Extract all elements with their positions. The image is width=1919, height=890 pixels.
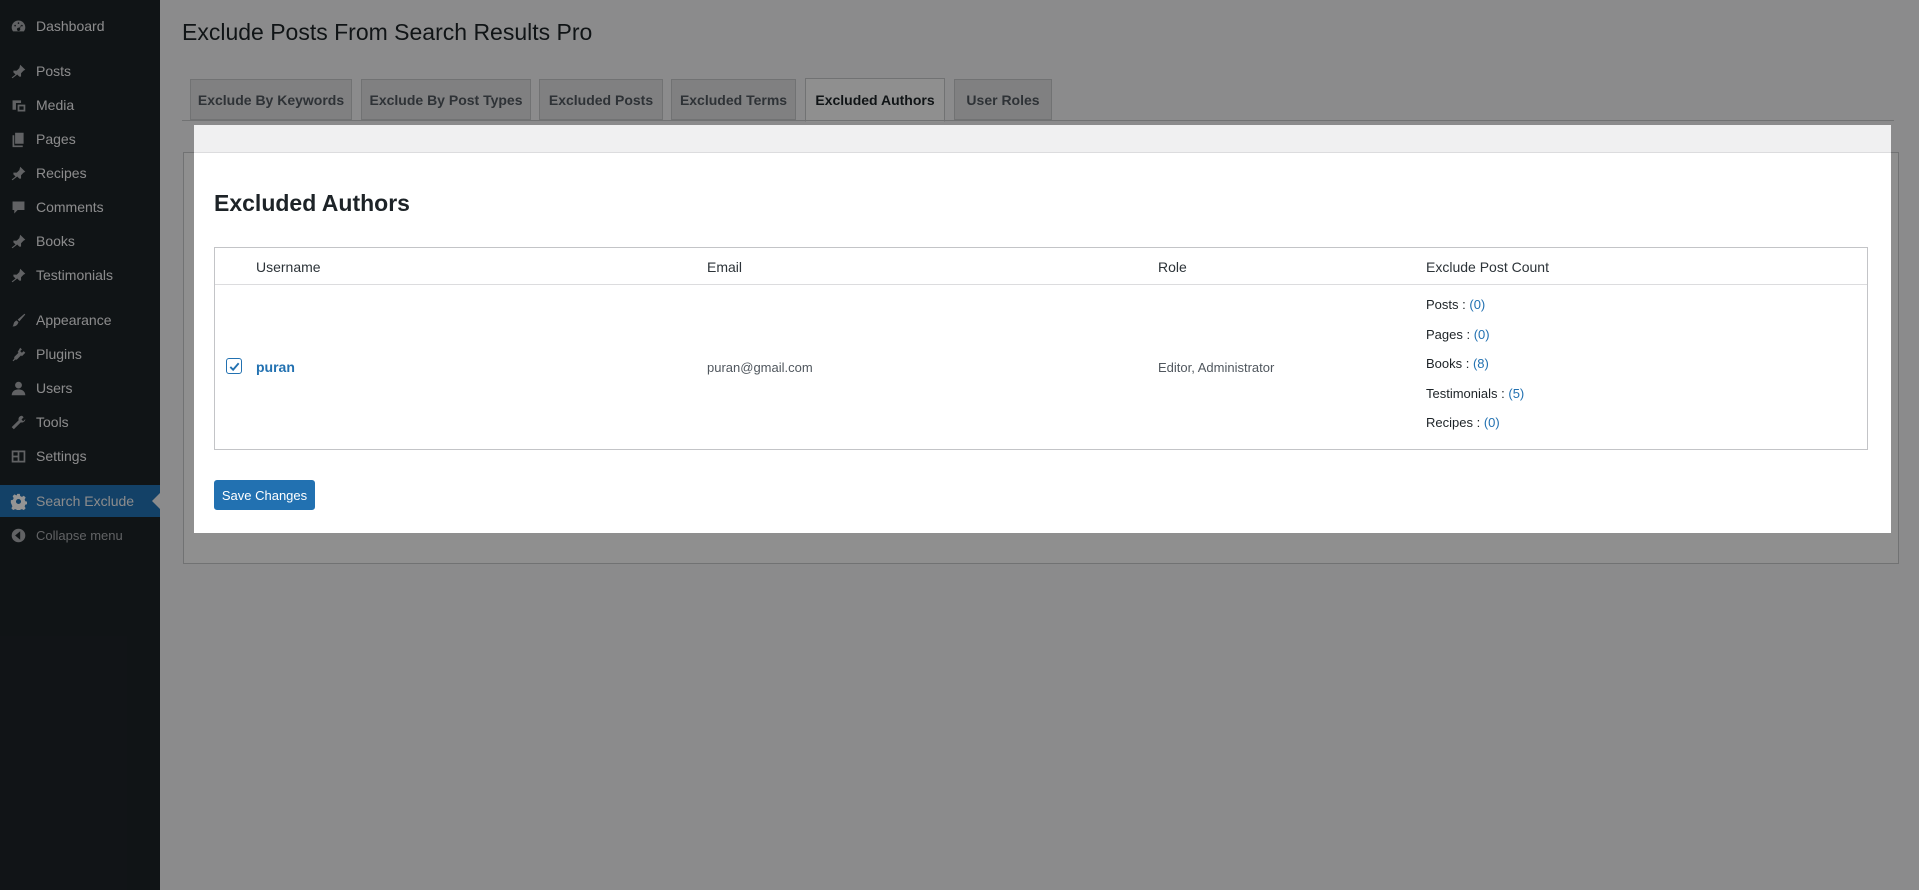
checkmark-icon	[229, 362, 239, 371]
sidebar-item-label: Media	[36, 97, 75, 113]
sidebar-item-label: Pages	[36, 131, 76, 147]
settings-icon	[8, 446, 28, 466]
sidebar-item-users[interactable]: Users	[0, 372, 160, 404]
sidebar-item-label: Users	[36, 380, 73, 396]
sidebar-item-label: Books	[36, 233, 75, 249]
table-row: puran puran@gmail.com Editor, Administra…	[215, 285, 1867, 449]
sidebar-item-comments[interactable]: Comments	[0, 191, 160, 223]
count-label: Posts :	[1426, 297, 1470, 312]
count-label: Testimonials :	[1426, 385, 1509, 401]
count-books: Books : (8)	[1426, 356, 1524, 386]
exclude-post-counts: Posts : (0) Pages : (0) Books : (8) Test…	[1426, 297, 1524, 445]
pages-icon	[8, 129, 28, 149]
admin-sidebar: Dashboard Posts Media Pages Recipes Comm…	[0, 0, 160, 890]
count-testimonials: Testimonials : (5)	[1426, 386, 1524, 416]
count-label: Recipes :	[1426, 415, 1484, 430]
count-testimonials-link[interactable]: (5)	[1508, 386, 1524, 401]
wrench-icon	[8, 412, 28, 432]
tabs-divider	[182, 120, 1894, 121]
comment-icon	[8, 197, 28, 217]
sidebar-item-posts[interactable]: Posts	[0, 55, 160, 87]
sidebar-item-recipes[interactable]: Recipes	[0, 157, 160, 189]
page-title: Exclude Posts From Search Results Pro	[182, 19, 593, 45]
author-role: Editor, Administrator	[1158, 360, 1275, 375]
sidebar-item-settings[interactable]: Settings	[0, 440, 160, 472]
column-header-email: Email	[707, 259, 743, 275]
count-recipes: Recipes : (0)	[1426, 415, 1524, 445]
sidebar-item-tools[interactable]: Tools	[0, 406, 160, 438]
author-username-link[interactable]: puran	[256, 359, 295, 375]
count-pages: Pages : (0)	[1426, 327, 1524, 357]
count-posts-link[interactable]: (0)	[1469, 297, 1485, 312]
gear-icon	[8, 491, 28, 511]
tab-exclude-by-keywords[interactable]: Exclude By Keywords	[190, 79, 352, 120]
excluded-authors-table: Username Email Role Exclude Post Count p…	[214, 247, 1868, 450]
sidebar-item-label: Plugins	[36, 346, 82, 362]
tab-excluded-posts[interactable]: Excluded Posts	[539, 79, 663, 120]
pin-icon	[8, 231, 28, 251]
sidebar-item-label: Tools	[36, 414, 69, 430]
section-title: Excluded Authors	[214, 190, 410, 216]
count-recipes-link[interactable]: (0)	[1484, 415, 1500, 430]
count-label: Books :	[1426, 356, 1473, 371]
author-checkbox[interactable]	[226, 358, 242, 374]
author-email: puran@gmail.com	[707, 360, 813, 375]
excluded-authors-card: Excluded Authors Username Email Role Exc…	[194, 125, 1891, 533]
sidebar-item-label: Collapse menu	[36, 527, 123, 543]
card-header-strip	[194, 125, 1891, 153]
sidebar-item-search-exclude[interactable]: Search Exclude	[0, 485, 160, 517]
tab-exclude-by-post-types[interactable]: Exclude By Post Types	[361, 79, 531, 120]
pin-icon	[8, 61, 28, 81]
count-pages-link[interactable]: (0)	[1474, 327, 1490, 342]
tab-excluded-authors[interactable]: Excluded Authors	[805, 78, 945, 122]
column-header-username: Username	[256, 259, 321, 275]
sidebar-item-dashboard[interactable]: Dashboard	[0, 10, 160, 42]
pin-icon	[8, 163, 28, 183]
plugin-icon	[8, 344, 28, 364]
sidebar-item-label: Comments	[36, 199, 104, 215]
count-posts: Posts : (0)	[1426, 297, 1524, 327]
sidebar-item-label: Search Exclude	[36, 493, 135, 509]
save-changes-button[interactable]: Save Changes	[214, 480, 315, 510]
sidebar-item-testimonials[interactable]: Testimonials	[0, 259, 160, 291]
column-header-exclude-post-count: Exclude Post Count	[1426, 259, 1549, 275]
column-header-role: Role	[1158, 259, 1187, 275]
count-books-link[interactable]: (8)	[1473, 356, 1489, 371]
media-icon	[8, 95, 28, 115]
sidebar-item-pages[interactable]: Pages	[0, 123, 160, 155]
sidebar-item-plugins[interactable]: Plugins	[0, 338, 160, 370]
sidebar-item-books[interactable]: Books	[0, 225, 160, 257]
sidebar-item-appearance[interactable]: Appearance	[0, 304, 160, 336]
collapse-icon	[8, 525, 28, 545]
sidebar-item-label: Testimonials	[36, 267, 114, 283]
dashboard-icon	[8, 16, 28, 36]
tab-excluded-terms[interactable]: Excluded Terms	[671, 79, 796, 120]
brush-icon	[8, 310, 28, 330]
sidebar-item-label: Posts	[36, 63, 72, 79]
sidebar-item-label: Dashboard	[36, 18, 105, 34]
count-label: Pages :	[1426, 326, 1474, 342]
table-header: Username Email Role Exclude Post Count	[215, 248, 1867, 285]
tab-user-roles[interactable]: User Roles	[954, 79, 1052, 120]
user-icon	[8, 378, 28, 398]
main-content: Exclude Posts From Search Results Pro Ex…	[160, 0, 1919, 890]
pin-icon	[8, 265, 28, 285]
sidebar-item-media[interactable]: Media	[0, 89, 160, 121]
collapse-menu-button[interactable]: Collapse menu	[0, 519, 160, 551]
sidebar-item-label: Settings	[36, 448, 87, 464]
sidebar-item-label: Appearance	[36, 312, 112, 328]
sidebar-item-label: Recipes	[36, 165, 87, 181]
